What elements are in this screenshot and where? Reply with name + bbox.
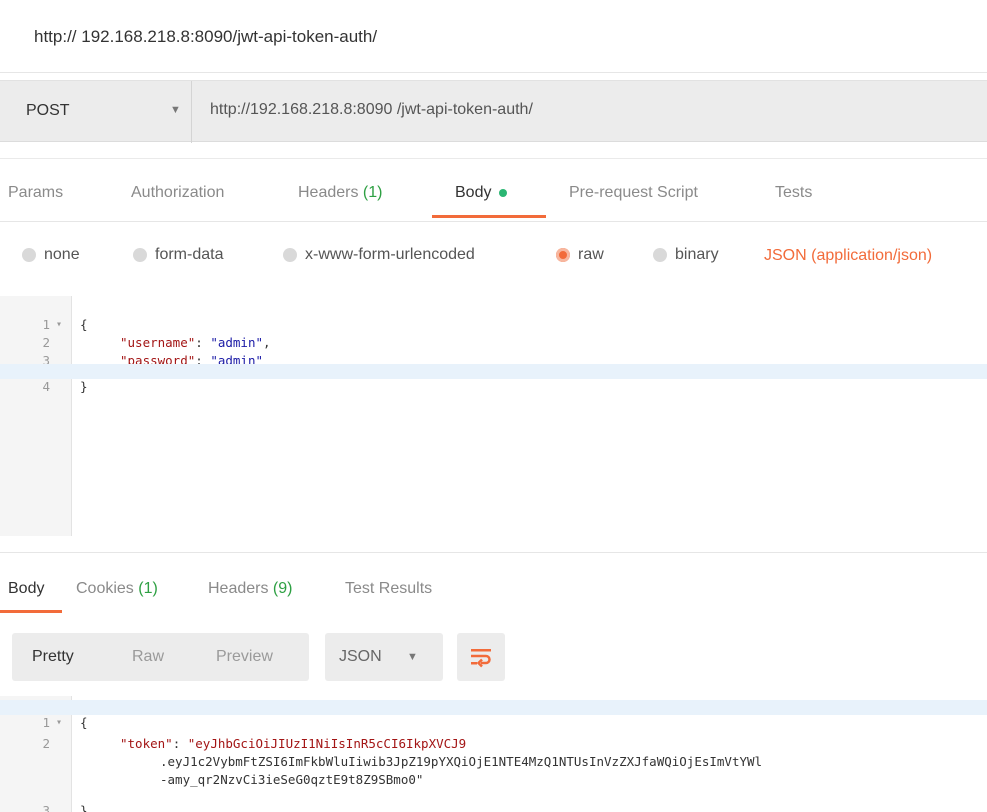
active-dot-icon bbox=[499, 188, 508, 197]
view-pretty[interactable]: Pretty bbox=[32, 648, 74, 666]
wrap-lines-icon bbox=[471, 649, 491, 668]
request-body-editor[interactable]: 1 ▾{ 2 "username": "admin", 3 "password": "… bbox=[0, 296, 987, 536]
mode-none[interactable]: none bbox=[22, 246, 80, 264]
response-tabs: Body Cookies (1) Headers (9) Test Result… bbox=[0, 552, 987, 614]
code-line: 2 "username": "admin", bbox=[42, 335, 271, 350]
request-title[interactable]: http:// 192.168.218.8:8090/jwt-api-token… bbox=[34, 27, 377, 47]
headers-count: (1) bbox=[362, 184, 383, 201]
request-bar: POST ▼ http://192.168.218.8:8090 /jwt-ap… bbox=[0, 80, 987, 143]
code-line-wrapped: -amy_qr2NzvCi3ieSeG0qztE9t8Z9SBmo0" bbox=[160, 772, 424, 787]
code-line-active: 1 ▾{ bbox=[0, 700, 987, 730]
tab-body[interactable]: Body bbox=[455, 184, 508, 202]
divider bbox=[191, 81, 192, 143]
view-mode-selector: Pretty Raw Preview bbox=[12, 633, 309, 681]
content-type-dropdown[interactable]: JSON (application/json) bbox=[764, 247, 932, 265]
tab-tests[interactable]: Tests bbox=[775, 184, 812, 202]
response-tab-test-results[interactable]: Test Results bbox=[345, 580, 432, 598]
headers-count: (9) bbox=[272, 580, 293, 597]
tab-authorization[interactable]: Authorization bbox=[131, 184, 224, 202]
response-body-viewer[interactable]: 1 ▾{ 2 "token": "eyJhbGciOiJIUzI1NiIsInR5c… bbox=[0, 696, 987, 812]
format-dropdown[interactable]: JSON ▼ bbox=[325, 633, 443, 681]
radio-selected-icon bbox=[556, 248, 570, 262]
mode-binary[interactable]: binary bbox=[653, 246, 719, 264]
active-tab-underline bbox=[432, 215, 546, 218]
response-tab-body[interactable]: Body bbox=[8, 580, 44, 598]
active-tab-underline bbox=[0, 610, 62, 613]
view-preview[interactable]: Preview bbox=[216, 648, 273, 666]
caret-down-icon: ▼ bbox=[407, 651, 418, 663]
url-input[interactable]: http://192.168.218.8:8090 /jwt-api-token… bbox=[210, 101, 533, 119]
caret-down-icon: ▼ bbox=[170, 104, 181, 116]
title-bar: http:// 192.168.218.8:8090/jwt-api-token… bbox=[0, 0, 987, 73]
response-tab-headers[interactable]: Headers (9) bbox=[208, 580, 292, 598]
code-line: 3 "password": "admin" bbox=[42, 353, 264, 368]
mode-x-www-form-urlencoded[interactable]: x-www-form-urlencoded bbox=[283, 246, 475, 264]
tab-headers[interactable]: Headers (1) bbox=[298, 184, 382, 202]
code-line-active: 4} bbox=[0, 364, 987, 394]
code-line-wrapped: .eyJ1c2VybmFtZSI6ImFkbWluIiwib3JpZ19pYXQ… bbox=[160, 754, 763, 769]
mode-raw[interactable]: raw bbox=[556, 246, 604, 264]
tab-pre-request-script[interactable]: Pre-request Script bbox=[569, 184, 698, 202]
code-line: 2 "token": "eyJhbGciOiJIUzI1NiIsInR5cCI6I… bbox=[42, 736, 467, 751]
code-line: 3} bbox=[42, 803, 88, 812]
format-label: JSON bbox=[339, 648, 382, 665]
method-label: POST bbox=[26, 102, 70, 119]
code-line: 1 ▾{ bbox=[42, 317, 88, 332]
response-tab-cookies[interactable]: Cookies (1) bbox=[76, 580, 158, 598]
cookies-count: (1) bbox=[138, 580, 158, 597]
method-dropdown[interactable]: POST ▼ bbox=[12, 81, 192, 143]
radio-icon bbox=[283, 248, 297, 262]
view-raw[interactable]: Raw bbox=[132, 648, 164, 666]
tab-params[interactable]: Params bbox=[8, 184, 63, 202]
radio-icon bbox=[22, 248, 36, 262]
radio-icon bbox=[133, 248, 147, 262]
radio-icon bbox=[653, 248, 667, 262]
mode-form-data[interactable]: form-data bbox=[133, 246, 223, 264]
request-tabs: Params Authorization Headers (1) Body Pr… bbox=[0, 158, 987, 222]
wrap-lines-button[interactable] bbox=[457, 633, 505, 681]
